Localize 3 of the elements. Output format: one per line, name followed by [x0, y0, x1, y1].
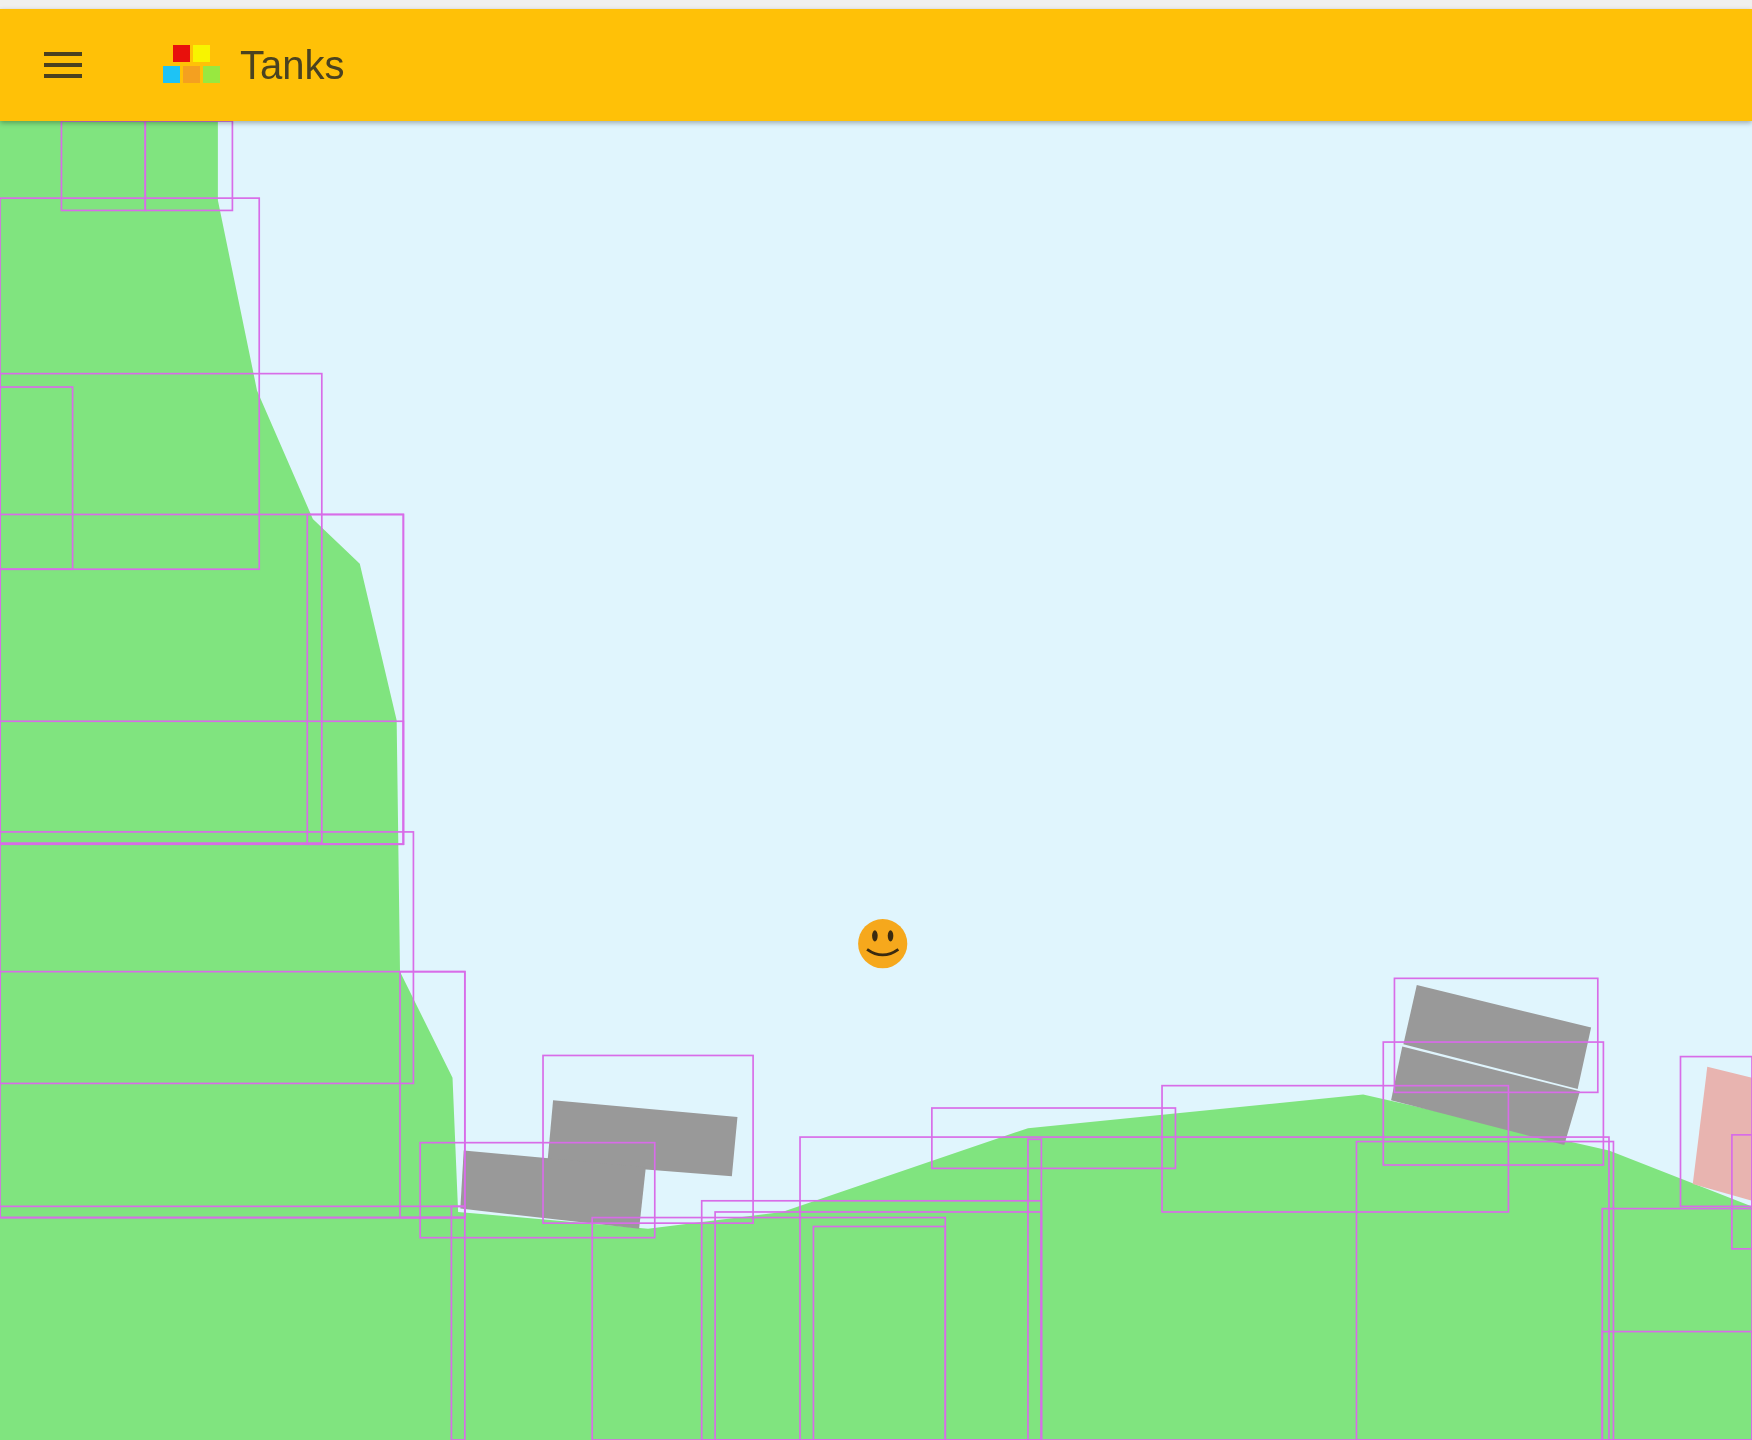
menu-icon — [44, 51, 82, 79]
app-title: Tanks — [240, 42, 345, 88]
smiley-icon — [858, 919, 908, 969]
